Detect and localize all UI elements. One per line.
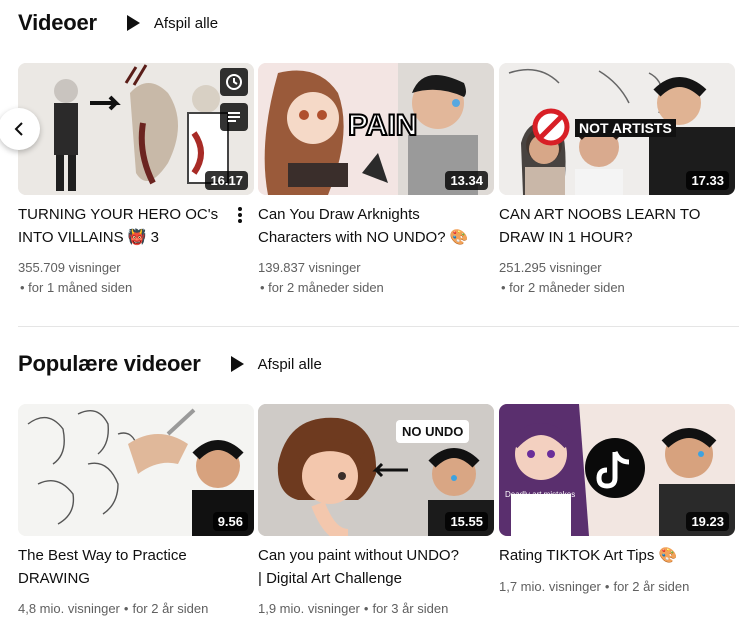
thumbnail-text: PAIN bbox=[347, 108, 418, 143]
title-line: DRAW IN 1 HOUR? bbox=[499, 229, 633, 246]
more-vert-icon[interactable] bbox=[234, 205, 246, 227]
add-to-queue-icon[interactable] bbox=[220, 103, 248, 131]
thumbnail-text: NOT ARTISTS bbox=[575, 119, 676, 137]
section-title: Videoer bbox=[18, 10, 97, 35]
chevron-left-icon[interactable] bbox=[0, 108, 40, 150]
play-icon bbox=[230, 356, 244, 372]
title-line: Rating TIKTOK Art Tips 🎨 bbox=[499, 547, 678, 564]
view-count: 4,8 mio. visninger bbox=[18, 601, 120, 616]
upload-age: • for 2 måneder siden bbox=[501, 280, 625, 295]
title-line: Can You Draw Arknights bbox=[258, 206, 420, 223]
video-meta: 139.837 visninger • for 2 måneder siden bbox=[258, 258, 384, 298]
duration-badge: 19.23 bbox=[686, 512, 729, 531]
video-thumbnail[interactable]: NO UNDO 15.55 bbox=[258, 404, 494, 536]
video-title[interactable]: The Best Way to Practice DRAWING bbox=[18, 544, 238, 590]
upload-age: for 2 år siden bbox=[613, 579, 690, 594]
title-line: DRAWING bbox=[18, 570, 90, 587]
view-count: 139.837 visninger bbox=[258, 260, 361, 275]
title-line: The Best Way to Practice bbox=[18, 547, 187, 564]
duration-badge: 16.17 bbox=[205, 171, 248, 190]
duration-badge: 15.55 bbox=[445, 512, 488, 531]
thumbnail-text: Deadly art mistakes bbox=[505, 490, 576, 499]
video-thumbnail[interactable]: Deadly art mistakes 19.23 bbox=[499, 404, 735, 536]
duration-badge: 17.33 bbox=[686, 171, 729, 190]
upload-age: for 3 år siden bbox=[372, 601, 449, 616]
video-title[interactable]: TURNING YOUR HERO OC's INTO VILLAINS 👹 3 bbox=[18, 203, 238, 249]
video-meta: 1,7 mio. visninger • for 2 år siden bbox=[499, 579, 690, 594]
duration-badge: 13.34 bbox=[445, 171, 488, 190]
title-line: | Digital Art Challenge bbox=[258, 570, 402, 587]
clock-icon[interactable] bbox=[220, 68, 248, 96]
title-line: CAN ART NOOBS LEARN TO bbox=[499, 206, 701, 223]
play-all-button[interactable]: Afspil alle bbox=[230, 355, 322, 373]
upload-age: • for 2 måneder siden bbox=[260, 280, 384, 295]
video-thumbnail[interactable]: 9.56 bbox=[18, 404, 254, 536]
video-thumbnail[interactable]: 16.17 bbox=[18, 63, 254, 195]
section-header-popular: Populære videoer Afspil alle bbox=[18, 351, 322, 377]
view-count: 251.295 visninger bbox=[499, 260, 602, 275]
video-title[interactable]: CAN ART NOOBS LEARN TO DRAW IN 1 HOUR? bbox=[499, 203, 719, 249]
play-all-button[interactable]: Afspil alle bbox=[126, 14, 219, 32]
title-line: Can you paint without UNDO? bbox=[258, 547, 459, 564]
video-meta: 4,8 mio. visninger • for 2 år siden bbox=[18, 601, 209, 616]
duration-badge: 9.56 bbox=[212, 512, 248, 531]
video-title[interactable]: Rating TIKTOK Art Tips 🎨 bbox=[499, 544, 719, 567]
video-thumbnail[interactable]: NOT ARTISTS 17.33 bbox=[499, 63, 735, 195]
view-count: 1,9 mio. visninger bbox=[258, 601, 360, 616]
section-header-videos: Videoer Afspil alle bbox=[18, 10, 218, 36]
play-icon bbox=[126, 15, 140, 31]
title-line: INTO VILLAINS 👹 3 bbox=[18, 229, 159, 246]
upload-age: for 2 år siden bbox=[132, 601, 209, 616]
video-meta: 251.295 visninger • for 2 måneder siden bbox=[499, 258, 625, 298]
section-title: Populære videoer bbox=[18, 351, 201, 376]
section-divider bbox=[18, 326, 739, 327]
play-all-label: Afspil alle bbox=[257, 355, 322, 373]
video-thumbnail[interactable]: PAIN 13.34 bbox=[258, 63, 494, 195]
video-meta: 1,9 mio. visninger • for 3 år siden bbox=[258, 601, 449, 616]
video-meta: 355.709 visninger • for 1 måned siden bbox=[18, 258, 132, 298]
view-count: 355.709 visninger bbox=[18, 260, 121, 275]
video-title[interactable]: Can you paint without UNDO? | Digital Ar… bbox=[258, 544, 478, 590]
title-line: Characters with NO UNDO? 🎨 bbox=[258, 229, 469, 246]
upload-age: • for 1 måned siden bbox=[20, 280, 133, 295]
video-title[interactable]: Can You Draw Arknights Characters with N… bbox=[258, 203, 478, 249]
thumbnail-text: NO UNDO bbox=[396, 420, 470, 443]
view-count: 1,7 mio. visninger bbox=[499, 579, 601, 594]
play-all-label: Afspil alle bbox=[153, 14, 219, 32]
title-line: TURNING YOUR HERO OC's bbox=[18, 206, 219, 223]
